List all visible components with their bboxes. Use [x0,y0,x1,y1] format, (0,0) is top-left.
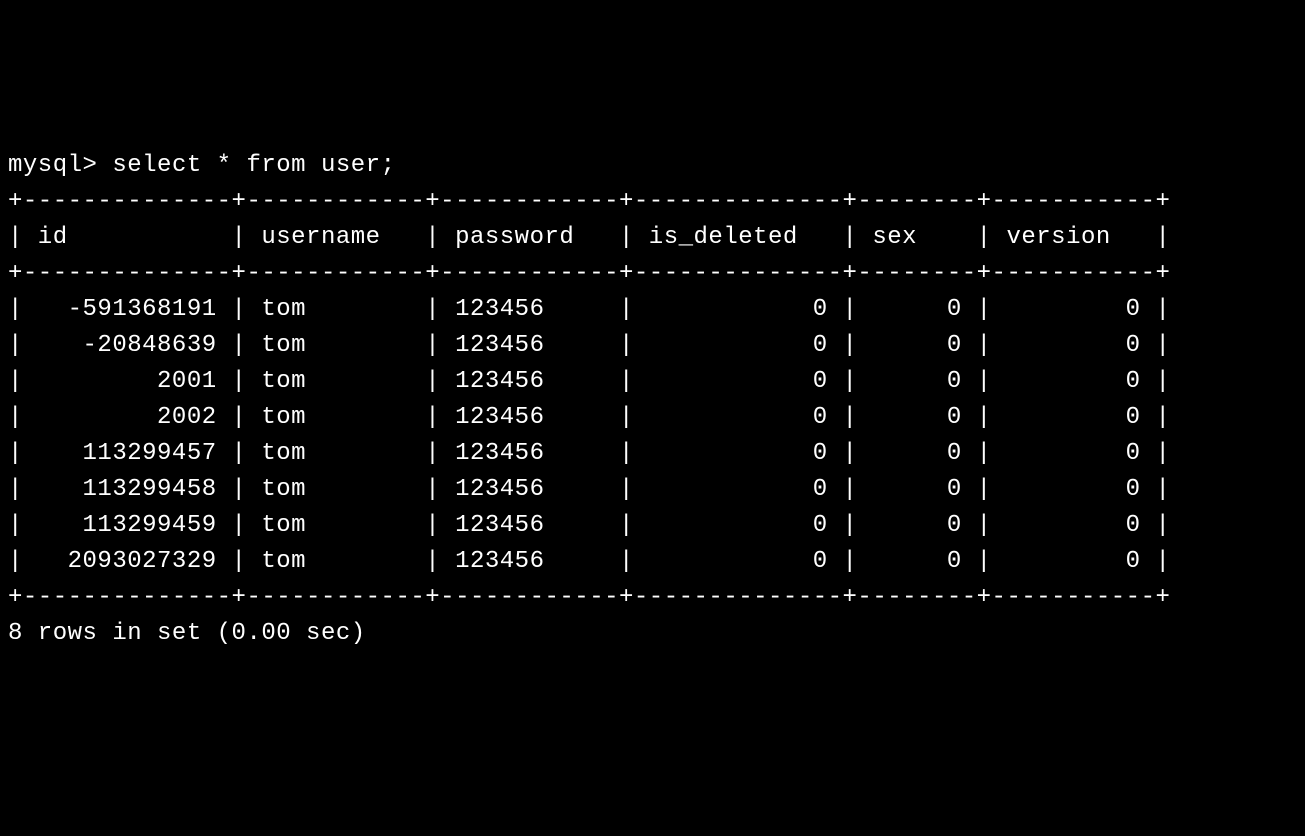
table-border-mid: +--------------+------------+-----------… [8,260,1170,287]
mysql-prompt: mysql> [8,152,97,179]
sql-command: select * from user; [112,152,395,179]
table-data-rows: | -591368191 | tom | 123456 | 0 | 0 | 0 … [8,296,1170,575]
mysql-terminal-output: mysql> select * from user; +------------… [8,148,1297,652]
table-header-row: | id | username | password | is_deleted … [8,224,1170,251]
result-summary: 8 rows in set (0.00 sec) [8,620,366,647]
table-border-top: +--------------+------------+-----------… [8,188,1170,215]
table-border-bottom: +--------------+------------+-----------… [8,584,1170,611]
